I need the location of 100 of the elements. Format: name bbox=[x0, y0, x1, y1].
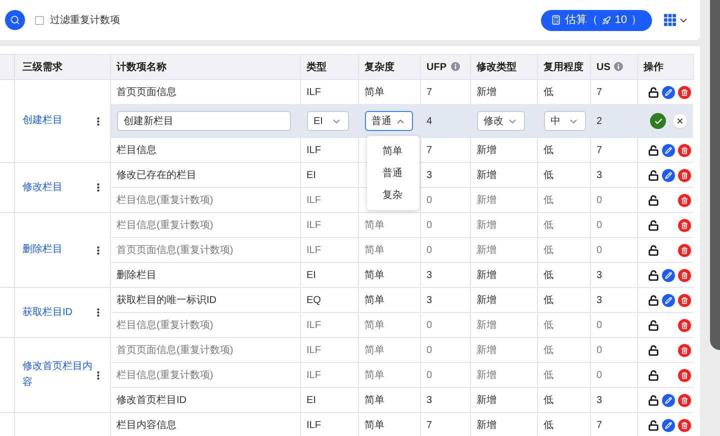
delete-button[interactable] bbox=[678, 344, 690, 356]
ufp-value: 0 bbox=[426, 344, 432, 356]
apps-button[interactable] bbox=[664, 14, 689, 26]
us-value: 0 bbox=[596, 194, 602, 206]
checkbox[interactable] bbox=[35, 16, 44, 24]
pencil-icon bbox=[664, 272, 672, 278]
requirement-link[interactable]: 删除栏目 bbox=[22, 242, 94, 258]
delete-button[interactable] bbox=[678, 194, 690, 206]
confirm-button[interactable] bbox=[650, 113, 666, 129]
change-type-text: 新增 bbox=[476, 194, 496, 206]
item-name: 栏目内容信息 bbox=[116, 420, 176, 430]
delete-button[interactable] bbox=[678, 418, 690, 432]
us-value: 0 bbox=[596, 320, 602, 330]
unlock-icon[interactable] bbox=[648, 144, 658, 156]
edit-button[interactable] bbox=[662, 418, 674, 432]
change-type-text: 新增 bbox=[476, 244, 496, 256]
reuse-text: 低 bbox=[544, 420, 554, 430]
delete-button[interactable] bbox=[678, 144, 690, 156]
type-text: EI bbox=[306, 170, 316, 180]
unlock-icon[interactable] bbox=[648, 294, 658, 306]
edit-button[interactable] bbox=[662, 268, 674, 282]
unlock-icon[interactable] bbox=[648, 394, 658, 406]
us-value: 0 bbox=[596, 370, 602, 380]
complexity-text: 简单 bbox=[364, 220, 384, 230]
unlock-icon[interactable] bbox=[648, 220, 658, 230]
unlock-icon[interactable] bbox=[648, 370, 658, 380]
delete-button[interactable] bbox=[678, 268, 690, 282]
delete-button[interactable] bbox=[678, 294, 690, 306]
reuse-text: 低 bbox=[544, 244, 554, 256]
trash-icon bbox=[680, 146, 688, 154]
complexity-select[interactable]: 普通 bbox=[364, 111, 412, 131]
unlock-icon[interactable] bbox=[648, 270, 658, 280]
delete-button[interactable] bbox=[678, 244, 690, 256]
pencil-icon bbox=[664, 422, 672, 428]
column-header: 计数项名称 bbox=[116, 62, 166, 72]
ufp-value: 0 bbox=[426, 220, 432, 230]
reuse-text: 低 bbox=[544, 144, 554, 156]
edit-button[interactable] bbox=[662, 294, 674, 306]
trash-icon bbox=[680, 296, 688, 304]
unlock-icon[interactable] bbox=[648, 244, 658, 256]
name-input[interactable]: 创建新栏目 bbox=[116, 111, 290, 131]
edit-button[interactable] bbox=[662, 144, 674, 156]
reuse-text: 低 bbox=[544, 320, 554, 330]
unlock-icon[interactable] bbox=[648, 194, 658, 206]
ufp-value: 0 bbox=[426, 370, 432, 380]
complexity-text: 简单 bbox=[364, 370, 384, 380]
change-type-text: 新增 bbox=[476, 220, 496, 230]
grid-icon bbox=[664, 14, 676, 26]
us-value: 7 bbox=[596, 144, 602, 156]
type-text: ILF bbox=[306, 220, 321, 230]
ufp-value: 0 bbox=[426, 244, 432, 256]
requirement-link[interactable]: 修改栏目 bbox=[22, 180, 94, 196]
close-icon bbox=[676, 117, 684, 125]
reuse-select[interactable]: 中 bbox=[544, 111, 586, 131]
complexity-text: 简单 bbox=[364, 320, 384, 330]
dropdown-option[interactable]: 普通 bbox=[366, 162, 418, 184]
item-name: 栏目信息(重复计数项) bbox=[116, 220, 214, 230]
type-text: ILF bbox=[306, 194, 321, 206]
requirement-link[interactable]: 修改首页栏目内容 bbox=[22, 359, 94, 391]
unlock-icon[interactable] bbox=[648, 170, 658, 180]
reuse-text: 低 bbox=[544, 394, 554, 406]
unlock-icon[interactable] bbox=[648, 420, 658, 430]
reuse-text: 低 bbox=[544, 344, 554, 356]
us-value: 2 bbox=[596, 116, 602, 126]
ufp-value: 3 bbox=[426, 394, 432, 406]
edit-button[interactable] bbox=[662, 168, 674, 182]
change-type-text: 新增 bbox=[476, 144, 496, 156]
type-text: ILF bbox=[306, 370, 321, 380]
estimate-button[interactable]: 估算（ 10 ） bbox=[540, 10, 652, 30]
delete-button[interactable] bbox=[678, 86, 690, 98]
dropdown-option[interactable]: 简单 bbox=[366, 140, 418, 162]
requirement-link[interactable]: 获取栏目ID bbox=[22, 304, 94, 320]
delete-button[interactable] bbox=[678, 168, 690, 182]
cancel-button[interactable] bbox=[672, 113, 688, 129]
column-header: UFP bbox=[426, 62, 446, 72]
item-name: 首页页面信息(重复计数项) bbox=[116, 344, 234, 356]
delete-button[interactable] bbox=[678, 218, 690, 232]
search-button[interactable] bbox=[5, 10, 25, 30]
complexity-text: 简单 bbox=[364, 344, 384, 356]
rocket-icon bbox=[602, 16, 611, 24]
reuse-text: 低 bbox=[544, 220, 554, 230]
change-select[interactable]: 修改 bbox=[476, 111, 524, 131]
type-text: ILF bbox=[306, 144, 321, 156]
edit-button[interactable] bbox=[662, 86, 674, 98]
change-type-text: 新增 bbox=[476, 320, 496, 330]
unlock-icon[interactable] bbox=[648, 86, 658, 98]
requirement-link[interactable]: 创建栏目 bbox=[22, 113, 94, 129]
unlock-icon[interactable] bbox=[648, 344, 658, 356]
delete-button[interactable] bbox=[678, 318, 690, 332]
column-header: 类型 bbox=[306, 62, 326, 72]
ufp-value: 3 bbox=[426, 170, 432, 180]
dropdown-option[interactable]: 复杂 bbox=[366, 184, 418, 206]
type-select[interactable]: EI bbox=[306, 111, 348, 131]
unlock-icon[interactable] bbox=[648, 320, 658, 330]
pencil-icon bbox=[664, 296, 672, 304]
edit-button[interactable] bbox=[662, 394, 674, 406]
item-name: 修改首页栏目ID bbox=[116, 394, 186, 406]
delete-button[interactable] bbox=[678, 394, 690, 406]
delete-button[interactable] bbox=[678, 368, 690, 382]
complexity-text: 简单 bbox=[364, 394, 384, 406]
